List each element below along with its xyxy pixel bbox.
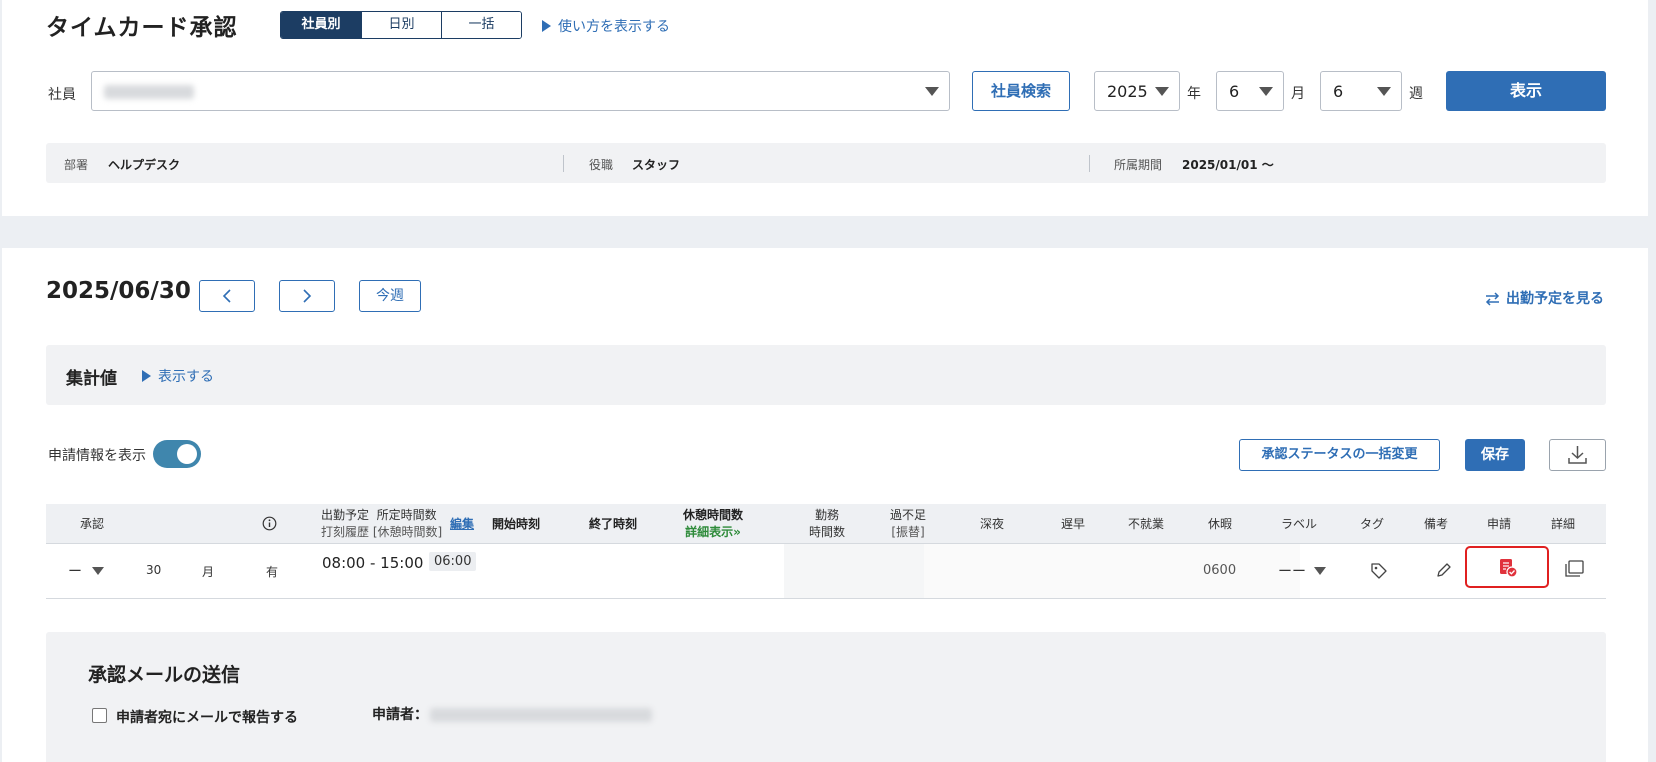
applicant-label: 申請者： xyxy=(372,707,428,723)
header-note: 備考 xyxy=(1424,517,1449,531)
header-end-time: 終了時刻 xyxy=(589,517,638,531)
download-icon xyxy=(1568,446,1587,464)
month-unit: 月 xyxy=(1291,86,1305,102)
current-date: 2025/06/30 xyxy=(46,278,191,304)
divider xyxy=(1089,155,1090,172)
day-type-cell: 有 xyxy=(266,565,279,579)
header-work-hours: 勤務 時間数 xyxy=(808,508,845,539)
chevron-down-icon xyxy=(1377,87,1391,96)
header-schedule: 出勤予定 所定時間数 打刻履歴 [休憩時間数] xyxy=(321,508,443,539)
header-detail: 詳細 xyxy=(1551,517,1576,531)
redacted-applicant-email xyxy=(430,708,652,722)
header-leave: 休暇 xyxy=(1208,517,1233,531)
cell-bg xyxy=(784,544,924,598)
header-approve: 承認 xyxy=(80,517,105,531)
chevron-right-icon xyxy=(303,289,312,303)
dept-value: ヘルプデスク xyxy=(108,158,181,172)
header-edit-link[interactable]: 編集 xyxy=(450,516,474,533)
this-week-button[interactable]: 今週 xyxy=(359,280,421,312)
header-request: 申請 xyxy=(1487,517,1512,531)
header-tag: タグ xyxy=(1360,517,1385,531)
notify-applicant-label: 申請者宛にメールで報告する xyxy=(116,710,298,726)
swap-arrows-icon xyxy=(1485,291,1500,306)
week-select[interactable]: 6 xyxy=(1320,71,1402,111)
scheduled-hours-badge: 06:00 xyxy=(429,552,477,571)
employee-search-button[interactable]: 社員検索 xyxy=(972,71,1070,111)
info-circle-icon[interactable] xyxy=(262,516,277,531)
header-over-short: 過不足 [振替] xyxy=(889,508,926,539)
period-label: 所属期間 xyxy=(1114,158,1163,172)
scheduled-time: 08:00 - 15:00 xyxy=(322,554,424,572)
approve-status-select[interactable]: ー xyxy=(68,561,104,581)
month-select[interactable]: 6 xyxy=(1216,71,1284,111)
summary-show-link[interactable]: 表示する xyxy=(142,366,214,386)
table-row: ー 30 月 有 08:00 - 15:00 06:00 0600 ーー xyxy=(46,544,1606,599)
approval-mail-section: 承認メールの送信 申請者宛にメールで報告する 申請者： xyxy=(46,632,1606,762)
tag-icon[interactable] xyxy=(1370,562,1388,580)
period-value: 2025/01/01 〜 xyxy=(1182,158,1274,172)
next-week-button[interactable] xyxy=(279,280,335,312)
header-start-time: 開始時刻 xyxy=(492,517,541,531)
tab-bulk[interactable]: 一括 xyxy=(441,12,521,38)
employee-info-bar: 部署 ヘルプデスク 役職 スタッフ 所属期間 2025/01/01 〜 xyxy=(46,143,1606,183)
display-button[interactable]: 表示 xyxy=(1446,71,1606,111)
cell-bg xyxy=(924,544,1300,598)
open-detail-window-icon[interactable] xyxy=(1564,560,1584,578)
summary-panel: 集計値 表示する xyxy=(46,345,1606,405)
employee-label: 社員 xyxy=(48,87,76,103)
employee-select[interactable] xyxy=(91,71,950,111)
pencil-icon[interactable] xyxy=(1435,562,1452,579)
notify-applicant-checkbox[interactable] xyxy=(92,708,107,723)
break-detail-link[interactable]: 詳細表示» xyxy=(685,525,741,539)
toggle-knob xyxy=(177,444,197,464)
chevron-down-icon xyxy=(1155,87,1169,96)
bulk-status-change-button[interactable]: 承認ステータスの一括変更 xyxy=(1239,439,1440,471)
triangle-right-icon xyxy=(142,370,151,382)
header-break: 休憩時間数 詳細表示» xyxy=(682,508,743,539)
chevron-down-icon xyxy=(91,567,104,575)
year-unit: 年 xyxy=(1187,86,1201,102)
request-document-icon[interactable] xyxy=(1498,558,1518,578)
chevron-down-icon xyxy=(1313,567,1326,575)
mail-section-title: 承認メールの送信 xyxy=(88,664,241,686)
chevron-left-icon xyxy=(222,289,231,303)
prev-week-button[interactable] xyxy=(199,280,255,312)
employee-filter-card: タイムカード承認 社員別 日別 一括 使い方を表示する 社員 社員検索 2025… xyxy=(2,0,1648,216)
week-unit: 週 xyxy=(1409,86,1423,102)
triangle-right-icon xyxy=(542,20,551,32)
redacted-employee-name xyxy=(104,85,194,99)
leave-value: 0600 xyxy=(1203,563,1237,578)
save-button[interactable]: 保存 xyxy=(1465,439,1525,471)
timecard-card: 2025/06/30 今週 出勤予定を見る 集計値 表示する 申請情報を表示 承… xyxy=(2,248,1648,762)
tab-by-day[interactable]: 日別 xyxy=(361,12,441,38)
download-button[interactable] xyxy=(1549,439,1606,471)
header-label: ラベル xyxy=(1281,517,1318,531)
table-header: 承認 出勤予定 所定時間数 打刻履歴 [休憩時間数] 編集 開始時刻 終了時刻 … xyxy=(46,504,1606,544)
day-cell: 30 xyxy=(146,563,162,577)
page-title: タイムカード承認 xyxy=(46,15,238,41)
show-request-info-toggle[interactable] xyxy=(153,440,201,468)
dept-label: 部署 xyxy=(64,158,89,172)
header-night: 深夜 xyxy=(980,517,1005,531)
howto-link[interactable]: 使い方を表示する xyxy=(542,16,670,36)
header-late: 遅早 xyxy=(1061,517,1086,531)
view-mode-tabs: 社員別 日別 一括 xyxy=(280,11,522,39)
schedule-link[interactable]: 出勤予定を見る xyxy=(1485,288,1604,308)
weekday-cell: 月 xyxy=(202,565,215,579)
year-select[interactable]: 2025 xyxy=(1094,71,1180,111)
summary-title: 集計値 xyxy=(66,369,117,389)
divider xyxy=(563,155,564,172)
role-value: スタッフ xyxy=(632,158,681,172)
tab-by-employee[interactable]: 社員別 xyxy=(281,12,361,38)
header-absent: 不就業 xyxy=(1128,517,1165,531)
chevron-down-icon xyxy=(925,87,939,96)
show-request-info-label: 申請情報を表示 xyxy=(48,448,146,464)
role-label: 役職 xyxy=(589,158,614,172)
chevron-down-icon xyxy=(1259,87,1273,96)
label-select[interactable]: ーー xyxy=(1278,561,1326,581)
